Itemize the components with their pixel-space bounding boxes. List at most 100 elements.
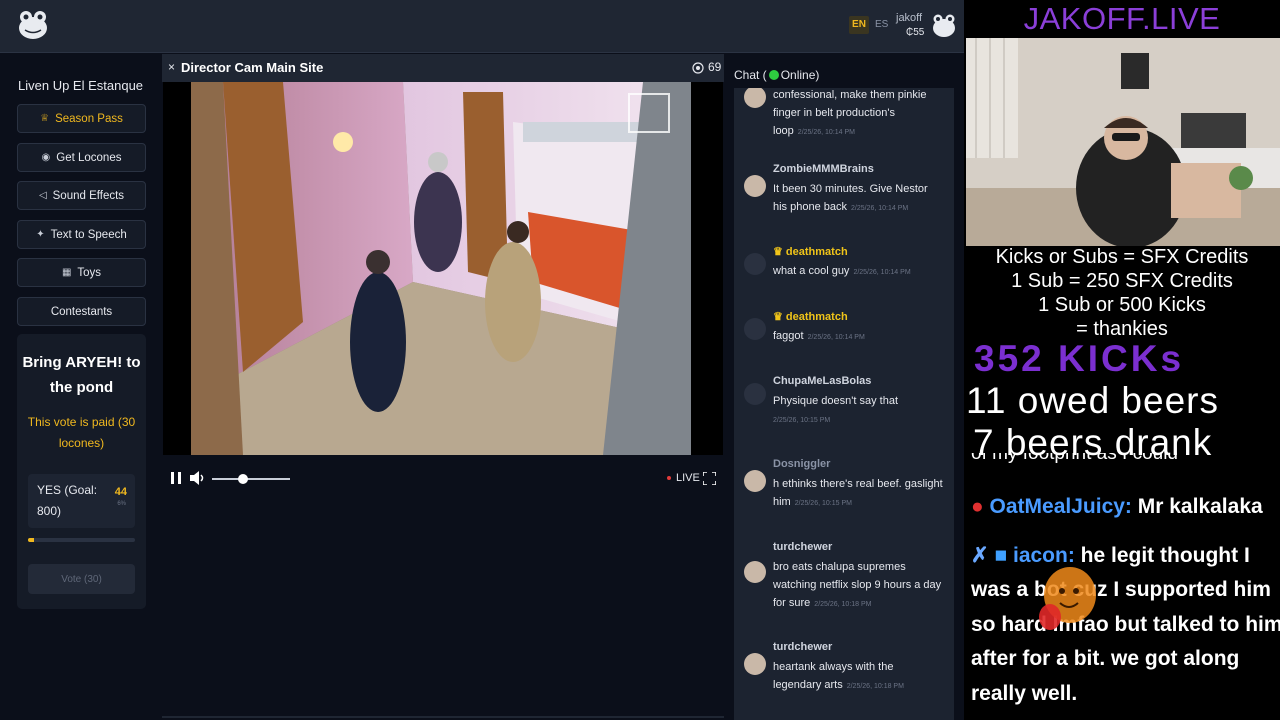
sound-effects-button[interactable]: ◁ Sound Effects bbox=[17, 181, 146, 210]
player-bottom-divider bbox=[162, 716, 724, 718]
chat-username[interactable]: turdchewer bbox=[773, 641, 832, 653]
crown-icon: ♕ bbox=[40, 113, 50, 124]
user-avatar-icon bbox=[744, 88, 766, 108]
frog-avatar-icon bbox=[744, 253, 766, 275]
sword-icon: ✗ bbox=[971, 544, 989, 567]
user-avatar-icon[interactable] bbox=[932, 12, 956, 38]
get-locones-label: Get Locones bbox=[56, 151, 122, 164]
webcam-scene bbox=[966, 38, 1280, 246]
frog-logo-icon[interactable] bbox=[16, 8, 50, 42]
toys-button[interactable]: ▦ Toys bbox=[17, 258, 146, 287]
pause-icon[interactable] bbox=[171, 472, 181, 484]
user-avatar-icon bbox=[744, 653, 766, 675]
text-to-speech-label: Text to Speech bbox=[50, 228, 127, 241]
kick-counter: 352 KICKs bbox=[974, 338, 1185, 379]
chat-message-text: what a cool guy 2/25/26, 10:14 PM bbox=[773, 265, 911, 277]
volume-slider-handle[interactable] bbox=[238, 474, 249, 484]
owed-beers: 11 owed beers bbox=[966, 380, 1219, 421]
online-status-icon bbox=[768, 70, 779, 80]
chat-header: Chat ( Online) bbox=[734, 68, 819, 82]
player-header: × Director Cam Main Site 69 bbox=[162, 54, 724, 82]
chat-panel[interactable]: confessional, make them pinkie finger in… bbox=[734, 88, 954, 720]
overlay-chat-line: after for a bit. we got along bbox=[971, 647, 1240, 670]
balance: ₵55 bbox=[906, 27, 925, 38]
text-to-speech-button[interactable]: ✦ Text to Speech bbox=[17, 220, 146, 249]
overlay-chat-cut-line: of my footprint as I could bbox=[971, 453, 1178, 464]
contestants-label: Contestants bbox=[50, 305, 113, 318]
chat-username[interactable]: ChupaMeLasBolas bbox=[773, 375, 871, 387]
sound-effects-label: Sound Effects bbox=[52, 189, 125, 202]
chat-header-suffix: Online) bbox=[780, 68, 820, 82]
viewer-count: 69 bbox=[708, 60, 722, 74]
player-title: Director Cam Main Site bbox=[181, 60, 324, 75]
chat-message-text: confessional, make them pinkie finger in… bbox=[773, 89, 927, 137]
get-locones-button[interactable]: ◉ Get Locones bbox=[17, 143, 146, 172]
speaker-icon: ◁ bbox=[38, 190, 47, 201]
cube-icon: ■ bbox=[994, 544, 1008, 567]
chat-username[interactable]: turdchewer bbox=[773, 541, 832, 553]
chat-message-text: faggot 2/25/26, 10:14 PM bbox=[773, 330, 865, 342]
vote-card: Bring ARYEH! to the pond This vote is pa… bbox=[17, 334, 146, 609]
overlay-chat-line: ● OatMealJuicy: Mr kalkalaka bbox=[971, 495, 1263, 518]
frog-avatar-icon bbox=[744, 383, 766, 405]
language-es-button[interactable]: ES bbox=[875, 16, 888, 34]
season-pass-button[interactable]: ♕ Season Pass bbox=[17, 104, 146, 133]
chat-username[interactable]: Dosniggler bbox=[773, 458, 830, 470]
overlay-chat-line: ✗ ■ iacon: he legit thought I bbox=[971, 544, 1250, 567]
contestants-button[interactable]: Contestants bbox=[17, 297, 146, 326]
chat-username[interactable]: ♛ deathmatch bbox=[773, 245, 848, 258]
vote-title: Bring ARYEH! to the pond bbox=[22, 354, 141, 396]
chat-message-text: bro eats chalupa supremes watching netfl… bbox=[773, 561, 942, 609]
sidebar-title: Liven Up El Estanque bbox=[18, 78, 144, 93]
chat-username[interactable]: ZombieMMMBrains bbox=[773, 163, 874, 175]
user-avatar-icon bbox=[744, 175, 766, 197]
frog-avatar-icon bbox=[744, 318, 766, 340]
coin-icon: ◉ bbox=[41, 152, 51, 163]
toys-label: Toys bbox=[77, 266, 102, 279]
season-pass-label: Season Pass bbox=[55, 112, 123, 125]
strawberry-icon: ● bbox=[971, 495, 984, 518]
security-cam-scene bbox=[163, 82, 723, 455]
chat-username[interactable]: ♛ deathmatch bbox=[773, 310, 848, 323]
vote-option-yes[interactable]: YES (Goal: 800) 44 6% bbox=[28, 474, 135, 528]
brand-title: JAKOFF.LIVE bbox=[1023, 1, 1221, 36]
chat-message-text: heartank always with the legendary arts 2… bbox=[773, 661, 904, 691]
user-avatar-icon bbox=[744, 470, 766, 492]
vote-progress-fill bbox=[28, 538, 35, 542]
overlay-chat-line: so hard lmfao but talked to him bbox=[971, 613, 1280, 636]
vote-count: 44 bbox=[114, 486, 127, 498]
user-avatar-icon bbox=[744, 561, 766, 583]
overlay-info-line: 1 Sub = 250 SFX Credits bbox=[1011, 270, 1233, 292]
chat-header-prefix: Chat ( bbox=[734, 68, 767, 82]
close-icon[interactable]: × bbox=[168, 60, 175, 74]
top-bar: EN ES jakoff ₵55 bbox=[0, 0, 964, 53]
language-en-button[interactable]: EN bbox=[849, 16, 869, 34]
vote-paid-note: This vote is paid (30 locones) bbox=[27, 415, 136, 450]
webcam-feed bbox=[966, 38, 1280, 246]
gift-icon: ▦ bbox=[61, 267, 72, 278]
vote-button[interactable]: Vote (30) bbox=[28, 564, 135, 594]
chat-message-text: Physique doesn't say that 2/25/26, 10:15 … bbox=[773, 395, 899, 424]
volume-slider[interactable] bbox=[212, 478, 290, 480]
live-label: LIVE bbox=[676, 472, 700, 484]
eye-icon bbox=[692, 62, 704, 74]
fullscreen-icon[interactable] bbox=[703, 472, 716, 485]
vote-percent: 6% bbox=[117, 501, 126, 507]
sidebar: Liven Up El Estanque ♕ Season Pass ◉ Get… bbox=[0, 54, 162, 720]
vote-progress-bar bbox=[28, 538, 135, 542]
stream-overlay: JAKOFF.LIVE Kicks or Subs = SFX Credits … bbox=[964, 0, 1280, 720]
orange-sticker-icon bbox=[1039, 567, 1096, 630]
overlay-info-line: 1 Sub or 500 Kicks bbox=[1038, 294, 1206, 316]
volume-icon[interactable] bbox=[190, 471, 206, 485]
chat-message-text: h ethinks there's real beef. gaslight hi… bbox=[773, 478, 943, 508]
chat-message-text: It been 30 minutes. Give Nestor his phon… bbox=[773, 183, 928, 213]
overlay-chat-line: was a bot cuz I supported him bbox=[971, 578, 1271, 601]
username[interactable]: jakoff bbox=[896, 12, 922, 24]
vote-option-label: YES (Goal: 800) bbox=[37, 483, 98, 518]
sparkle-icon: ✦ bbox=[36, 229, 45, 240]
video-player[interactable] bbox=[163, 82, 723, 455]
live-dot bbox=[667, 476, 671, 480]
player-controls: LIVE bbox=[162, 456, 724, 502]
overlay-info-line: Kicks or Subs = SFX Credits bbox=[995, 246, 1249, 268]
overlay-chat-line: really well. bbox=[971, 682, 1078, 705]
